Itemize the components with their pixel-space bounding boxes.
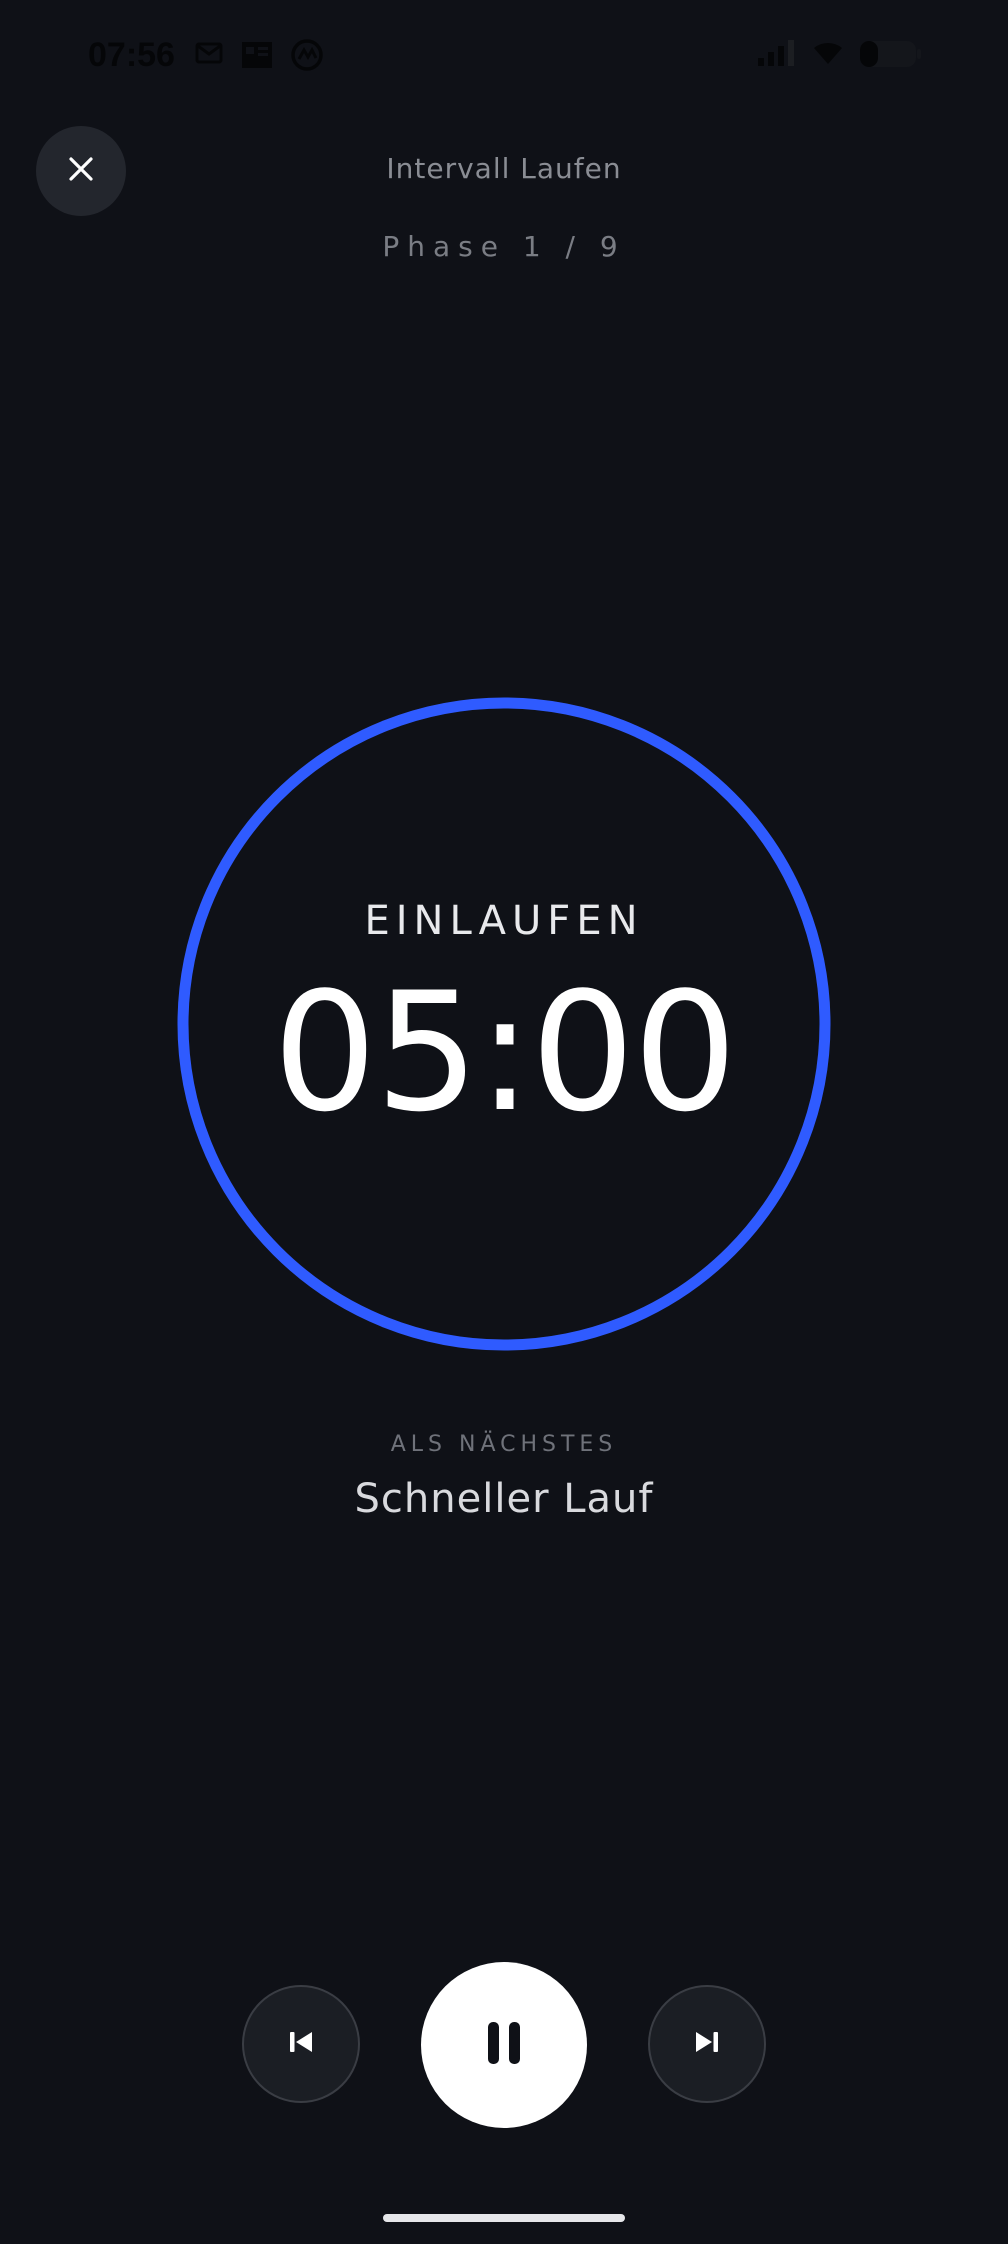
mail-icon [194, 38, 224, 72]
status-bar: 07:56 [0, 0, 1008, 110]
previous-phase-button[interactable] [242, 1985, 360, 2103]
status-time: 07:56 [88, 36, 175, 74]
skip-next-icon [690, 2025, 724, 2063]
pause-button[interactable] [421, 1962, 587, 2128]
phase-indicator: Phase 1 / 9 [382, 230, 626, 263]
countdown-timer: 05:00 [272, 957, 738, 1148]
news-icon [240, 38, 274, 76]
current-phase-name: EINLAUFEN [364, 898, 644, 944]
battery-icon [858, 38, 922, 74]
signal-icon [756, 38, 796, 72]
pause-icon [482, 2019, 526, 2071]
app-icon [290, 38, 324, 76]
home-indicator[interactable] [383, 2214, 625, 2222]
next-phase-button[interactable] [648, 1985, 766, 2103]
up-next-label: ALS NÄCHSTES [390, 1432, 618, 1457]
wifi-icon [808, 38, 848, 72]
up-next-phase-name: Schneller Lauf [354, 1476, 654, 1522]
workout-title: Intervall Laufen [386, 152, 622, 185]
skip-previous-icon [284, 2025, 318, 2063]
